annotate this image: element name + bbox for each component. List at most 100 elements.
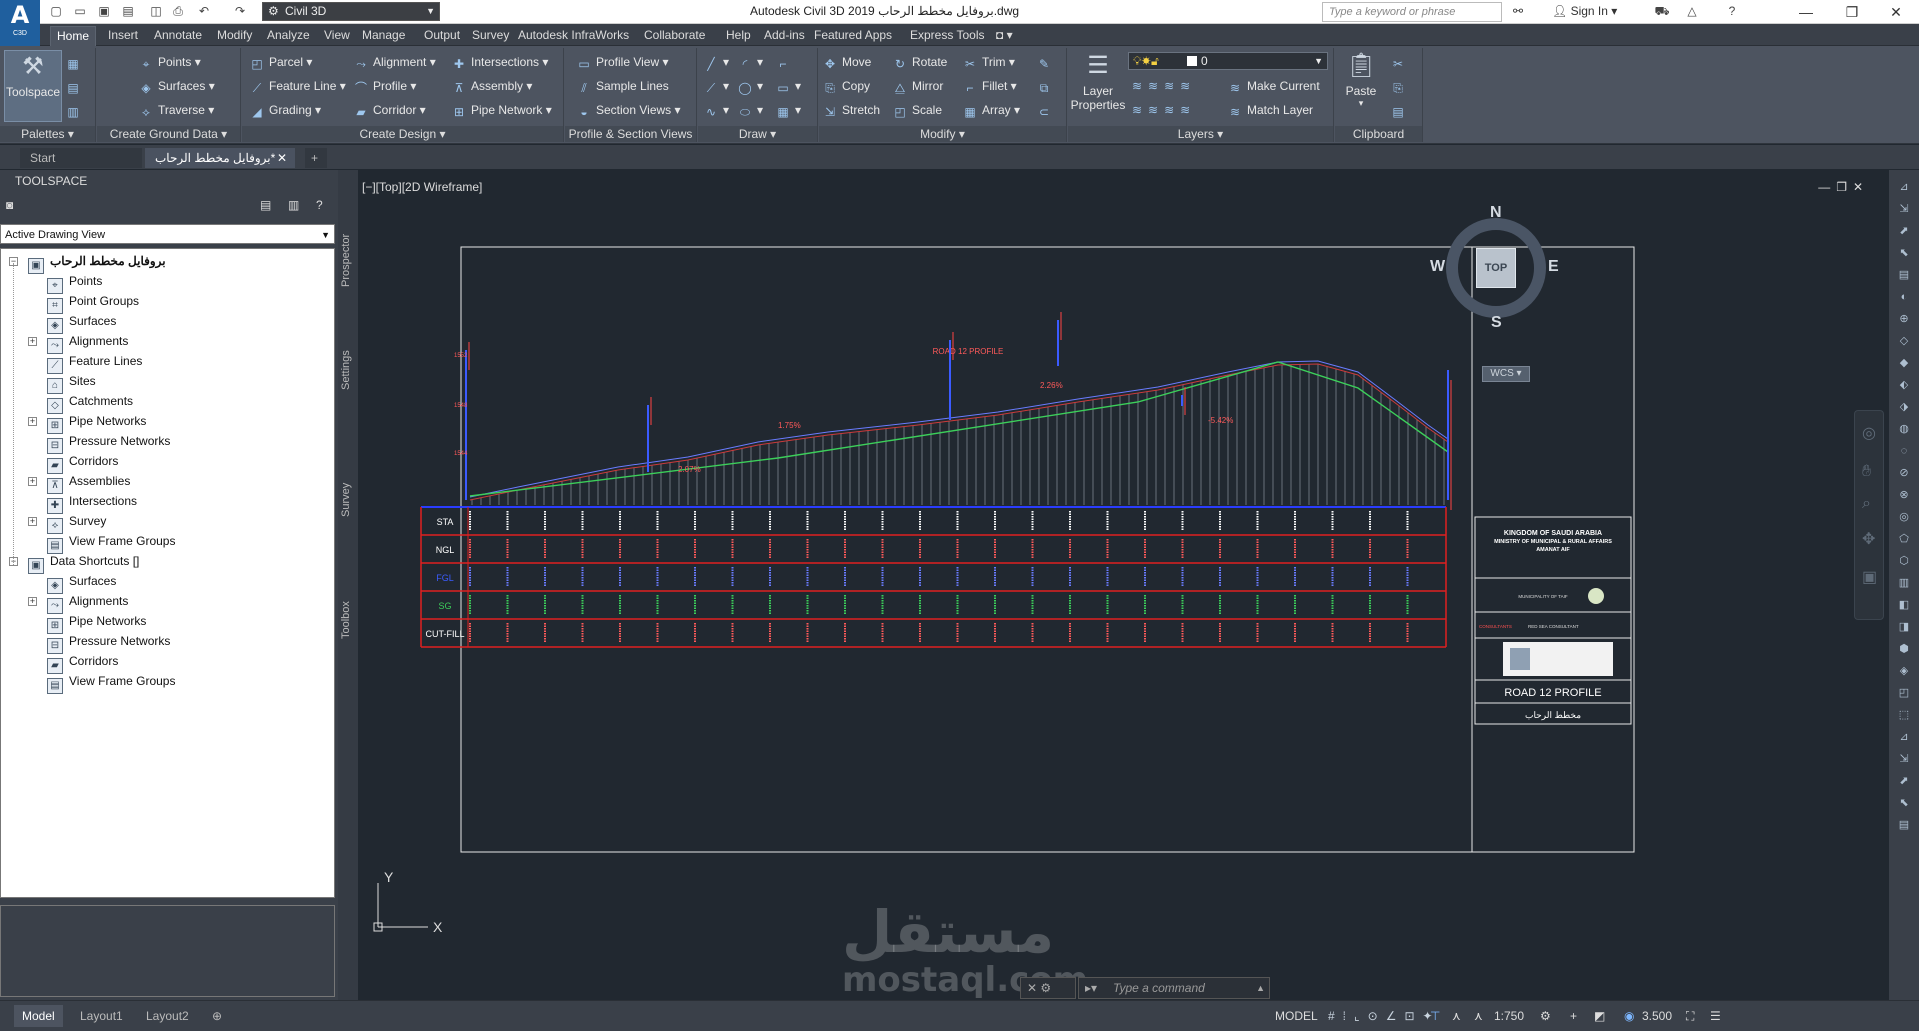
menu-tab-featured-apps[interactable]: Featured Apps bbox=[808, 26, 898, 46]
design-panel-title[interactable]: Create Design ▾ bbox=[242, 126, 563, 142]
layout-tab-layout2[interactable]: Layout2 bbox=[138, 1005, 197, 1027]
arc-icon[interactable]: ◜ ▾ bbox=[738, 52, 763, 72]
compass-east[interactable]: E bbox=[1548, 258, 1559, 276]
parcel-button[interactable]: ◰ Parcel ▾ bbox=[250, 52, 312, 72]
tool-strip-icon[interactable]: ◎ bbox=[1896, 510, 1912, 524]
tool-strip-icon[interactable]: ⬢ bbox=[1896, 642, 1912, 656]
annotation-scale-icon[interactable]: ⋏ bbox=[1474, 1009, 1483, 1023]
showmotion-icon[interactable]: ▣ bbox=[1862, 567, 1877, 587]
save-icon[interactable]: ▣ bbox=[96, 3, 112, 19]
tree-item-sites[interactable]: ⌂ Sites bbox=[47, 371, 96, 394]
sign-in-button[interactable]: 👤︎ Sign In ▾ bbox=[1552, 4, 1617, 18]
cart-icon[interactable]: ⛟ bbox=[1654, 3, 1670, 19]
make-current-button[interactable]: ≋ Make Current bbox=[1228, 76, 1320, 96]
rotate-button[interactable]: ↻ Rotate bbox=[893, 52, 947, 72]
ground-panel-title[interactable]: Create Ground Data ▾ bbox=[97, 126, 240, 142]
offset-icon[interactable]: ⊂ bbox=[1037, 100, 1056, 120]
binoculars-icon[interactable]: ⚯ bbox=[1510, 3, 1526, 19]
tree-item-assemblies[interactable]: ⊼ Assemblies bbox=[47, 471, 130, 494]
command-line-input[interactable]: ▸▾ Type a command ▲ bbox=[1078, 977, 1270, 999]
shortcut-item-pressure-networks[interactable]: ⊟ Pressure Networks bbox=[47, 631, 170, 654]
tree-item-corridors[interactable]: ▰ Corridors bbox=[47, 451, 118, 474]
tool-strip-icon[interactable]: ◆ bbox=[1896, 356, 1912, 370]
tree-item-pipe-networks[interactable]: ⊞ Pipe Networks bbox=[47, 411, 146, 434]
elevation-value[interactable]: 3.500 bbox=[1642, 1009, 1672, 1023]
minimize-button[interactable]: — bbox=[1783, 0, 1829, 24]
alignment-button[interactable]: ⤳ Alignment ▾ bbox=[354, 52, 436, 72]
model-space-toggle[interactable]: MODEL bbox=[1275, 1009, 1318, 1023]
undo-icon[interactable]: ↶ bbox=[196, 3, 212, 19]
layer-tools-row-2[interactable]: ≋≋≋≋ bbox=[1132, 100, 1196, 120]
circle-icon[interactable]: ◯ ▾ bbox=[738, 76, 763, 96]
tool-strip-icon[interactable]: ◌ bbox=[1896, 444, 1912, 458]
tree-item-feature-lines[interactable]: ⟋ Feature Lines bbox=[47, 351, 142, 374]
viewcube-top-face[interactable]: TOP bbox=[1476, 248, 1516, 288]
menu-tab-survey[interactable]: Survey bbox=[466, 26, 515, 46]
shortcut-item-view-frame-groups[interactable]: ▤ View Frame Groups bbox=[47, 671, 175, 694]
save-as-icon[interactable]: ▤ bbox=[120, 3, 136, 19]
new-tab-button[interactable]: + bbox=[305, 148, 327, 168]
shortcut-item-pipe-networks[interactable]: ⊞ Pipe Networks bbox=[47, 611, 146, 634]
shortcut-item-corridors[interactable]: ▰ Corridors bbox=[47, 651, 118, 674]
layer-dropdown[interactable]: 💡︎☀︎🔓︎ 0 ▼ bbox=[1128, 52, 1328, 70]
tree-item-surfaces[interactable]: ◈ Surfaces bbox=[47, 311, 116, 334]
close-icon[interactable]: ✕ bbox=[1027, 981, 1037, 995]
camera-icon[interactable]: ◘ ▾ bbox=[990, 26, 1019, 46]
tool-strip-icon[interactable]: ◈ bbox=[1896, 664, 1912, 678]
side-tab-settings[interactable]: Settings bbox=[340, 330, 356, 410]
compass-north[interactable]: N bbox=[1490, 204, 1502, 222]
app-logo[interactable]: A C3D bbox=[0, 0, 40, 46]
menu-tab-help[interactable]: Help bbox=[720, 26, 757, 46]
compass-west[interactable]: W bbox=[1430, 258, 1445, 276]
side-tab-prospector[interactable]: Prospector bbox=[340, 220, 356, 300]
tool-strip-icon[interactable]: ⬉ bbox=[1896, 246, 1912, 260]
steering-wheel-icon[interactable]: ◎ bbox=[1862, 423, 1876, 443]
command-line-handle[interactable]: ✕ ⚙ bbox=[1020, 977, 1076, 999]
expand-toggle-icon[interactable]: + bbox=[28, 597, 37, 606]
tool-strip-icon[interactable]: ▤ bbox=[1896, 818, 1912, 832]
tool-strip-icon[interactable]: ⇲ bbox=[1896, 752, 1912, 766]
menu-tab-add-ins[interactable]: Add-ins bbox=[758, 26, 811, 46]
tree-item-points[interactable]: ⌖ Points bbox=[47, 271, 102, 294]
tree-item-view-frame-groups[interactable]: ▤ View Frame Groups bbox=[47, 531, 175, 554]
sample-lines-button[interactable]: ⫽ Sample Lines bbox=[577, 76, 668, 96]
tool-strip-icon[interactable]: ▥ bbox=[1896, 576, 1912, 590]
annotation-visibility-icon[interactable]: ⊤ bbox=[1430, 1009, 1440, 1023]
ellipse-icon[interactable]: ⬭ ▾ bbox=[738, 100, 763, 120]
grading-button[interactable]: ◢ Grading ▾ bbox=[250, 100, 321, 120]
wcs-menu[interactable]: WCS ▾ bbox=[1482, 366, 1530, 382]
plus-icon[interactable]: + bbox=[1570, 1009, 1577, 1023]
tool-strip-icon[interactable]: ⬈ bbox=[1896, 224, 1912, 238]
fillet-button[interactable]: ⌐ Fillet ▾ bbox=[963, 76, 1016, 96]
tool-strip-icon[interactable]: ⊕ bbox=[1896, 312, 1912, 326]
panorama-icon[interactable]: ▤ bbox=[66, 76, 85, 96]
menu-tab-view[interactable]: View bbox=[318, 26, 356, 46]
tree-item-catchments[interactable]: ◇ Catchments bbox=[47, 391, 133, 414]
menu-tab-modify[interactable]: Modify bbox=[211, 26, 258, 46]
tree-root-drawing[interactable]: ▣ بروفايل مخطط الرحاب bbox=[28, 251, 166, 274]
tree-item-point-groups[interactable]: ⌗ Point Groups bbox=[47, 291, 139, 314]
command-history-icon[interactable]: ▲ bbox=[1256, 978, 1265, 998]
properties-icon[interactable]: ▥ bbox=[66, 100, 85, 120]
tool-strip-icon[interactable]: ⊗ bbox=[1896, 488, 1912, 502]
zoom-icon[interactable]: ⌕ bbox=[1862, 495, 1871, 513]
tool-strip-icon[interactable]: ◍ bbox=[1896, 422, 1912, 436]
menu-tab-collaborate[interactable]: Collaborate bbox=[638, 26, 711, 46]
prospector-palette-icon[interactable]: ▦ bbox=[66, 52, 85, 72]
search-input[interactable]: Type a keyword or phrase bbox=[1322, 2, 1502, 22]
tool-strip-icon[interactable]: ▤ bbox=[1896, 268, 1912, 282]
corridor-button[interactable]: ▰ Corridor ▾ bbox=[354, 100, 425, 120]
tool-strip-icon[interactable]: ◨ bbox=[1896, 620, 1912, 634]
hardware-icon[interactable]: ◉ bbox=[1624, 1009, 1634, 1023]
tool-strip-icon[interactable]: ⊘ bbox=[1896, 466, 1912, 480]
tool-strip-icon[interactable]: ◐ bbox=[1896, 290, 1912, 304]
view-selector[interactable]: Active Drawing View ▼ bbox=[0, 224, 335, 244]
annotation-scale-value[interactable]: 1:750 bbox=[1494, 1009, 1524, 1023]
move-button[interactable]: ✥ Move bbox=[823, 52, 871, 72]
tab-current-drawing[interactable]: بروفايل مخطط الرحاب* ✕ bbox=[145, 148, 295, 168]
open-icon[interactable]: ▭ bbox=[72, 3, 88, 19]
shortcut-item-alignments[interactable]: ⤳ Alignments bbox=[47, 591, 128, 614]
menu-tab-home[interactable]: Home bbox=[50, 26, 97, 46]
trim-button[interactable]: ✂ Trim ▾ bbox=[963, 52, 1015, 72]
layout-tab-layout1[interactable]: Layout1 bbox=[72, 1005, 131, 1027]
